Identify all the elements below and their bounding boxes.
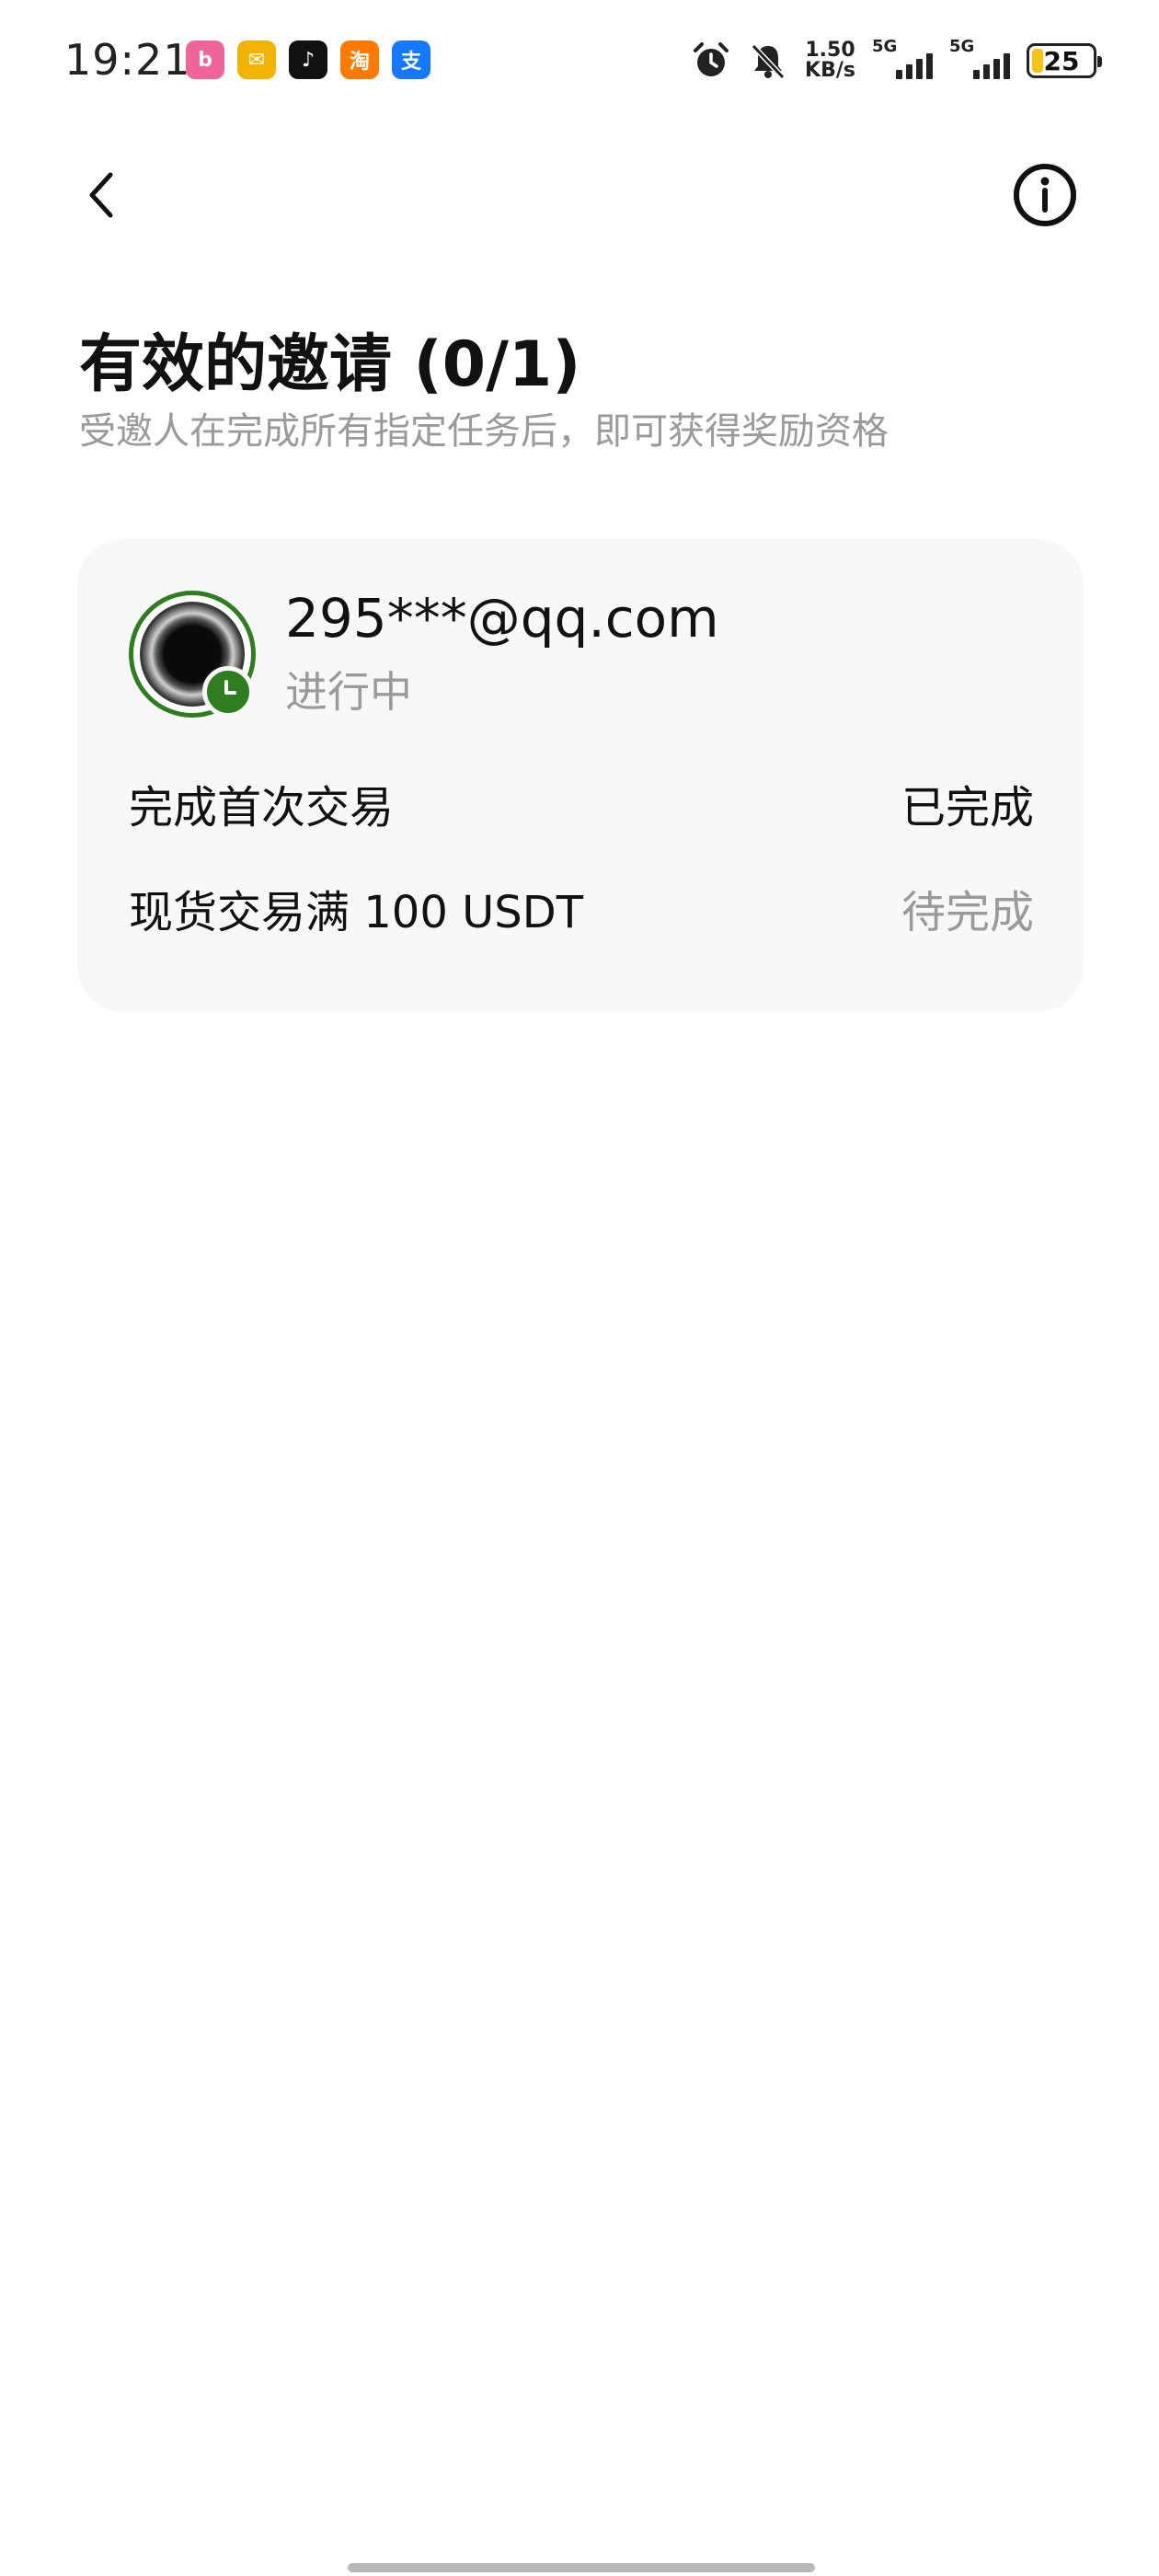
clock-icon <box>224 680 236 695</box>
network-speed: 1.50 KB/s <box>805 40 855 81</box>
alarm-icon <box>691 40 731 81</box>
sim2-label: 5G <box>949 37 975 56</box>
douyin-glyph: ♪ <box>301 48 316 72</box>
notification-app-icons: b ✉ ♪ 淘 支 <box>186 40 430 79</box>
task-name: 现货交易满 100 USDT <box>129 887 584 938</box>
task-name: 完成首次交易 <box>129 782 395 834</box>
info-button[interactable] <box>1012 162 1078 228</box>
task-row: 完成首次交易 已完成 <box>129 771 1034 835</box>
system-status-icons: 1.50 KB/s 5G 5G 25 <box>691 37 1102 85</box>
mail-glyph: ✉ <box>247 48 266 72</box>
chevron-left-icon <box>89 172 113 218</box>
home-indicator[interactable] <box>348 2563 815 2572</box>
alipay-icon: 支 <box>392 40 430 79</box>
invite-status: 进行中 <box>285 667 412 717</box>
invitee-email: 295***@qq.com <box>285 587 719 650</box>
taobao-glyph: 淘 <box>349 51 370 74</box>
network-speed-unit: KB/s <box>805 59 855 82</box>
signal-icon-sim2: 5G <box>949 37 1010 81</box>
page-subtitle: 受邀人在完成所有指定任务后，即可获得奖励资格 <box>79 410 889 453</box>
back-button[interactable] <box>74 162 129 228</box>
task-status: 待完成 <box>901 887 1034 938</box>
sim1-label: 5G <box>872 37 898 56</box>
battery-icon: 25 <box>1027 43 1102 78</box>
task-status: 已完成 <box>901 782 1034 834</box>
status-time: 19:21 <box>64 35 191 85</box>
bilibili-glyph: b <box>198 48 212 72</box>
status-bar: 19:21 b ✉ ♪ 淘 支 1.50 KB/s 5G 5G 25 <box>0 0 1159 129</box>
taobao-icon: 淘 <box>340 40 379 79</box>
bell-muted-icon <box>748 40 788 81</box>
network-speed-value: 1.50 <box>805 39 855 62</box>
alipay-glyph: 支 <box>400 51 421 74</box>
battery-fill <box>1032 49 1043 73</box>
signal-icon-sim1: 5G <box>872 37 933 81</box>
task-row: 现货交易满 100 USDT 待完成 <box>129 876 1034 940</box>
invitation-card: 295***@qq.com 进行中 完成首次交易 已完成 现货交易满 100 U… <box>77 539 1084 1012</box>
pending-badge <box>202 666 254 718</box>
page-title: 有效的邀请 (0/1) <box>79 328 581 401</box>
douyin-icon: ♪ <box>289 40 327 79</box>
bilibili-icon: b <box>186 40 224 79</box>
avatar <box>129 591 256 718</box>
mail-icon: ✉ <box>237 40 276 79</box>
battery-level: 25 <box>1043 45 1080 76</box>
info-icon <box>1014 164 1076 226</box>
